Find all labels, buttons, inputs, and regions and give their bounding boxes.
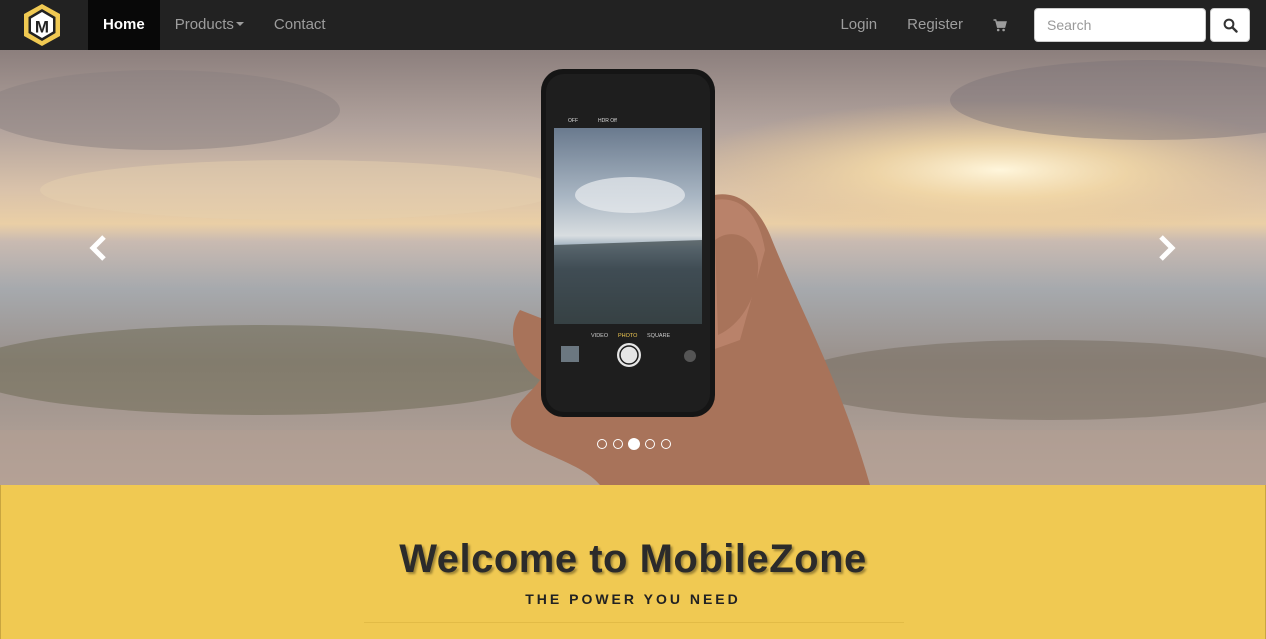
chevron-left-icon [89, 235, 106, 261]
search-button[interactable] [1210, 8, 1250, 42]
caret-down-icon [235, 22, 244, 27]
search-icon [1223, 18, 1238, 33]
nav-products-label: Products [174, 16, 234, 33]
carousel-indicator-2[interactable] [613, 439, 623, 449]
svg-text:M: M [35, 18, 49, 37]
primary-nav: Home Products Contact [88, 0, 341, 50]
account-nav: Login Register [825, 0, 1022, 50]
svg-text:VIDEO: VIDEO [591, 333, 609, 339]
nav-login-link[interactable]: Login [825, 0, 892, 50]
welcome-title: Welcome to MobileZone [399, 537, 867, 581]
carousel-indicator-3[interactable] [628, 438, 640, 450]
nav-home-link[interactable]: Home [88, 0, 160, 50]
carousel-indicator-1[interactable] [597, 439, 607, 449]
welcome-tagline: THE POWER YOU NEED [525, 591, 741, 607]
carousel-prev-button[interactable] [78, 228, 118, 268]
top-navbar: M Home Products Contact Login Register [0, 0, 1266, 50]
nav-products-dropdown[interactable]: Products [160, 0, 259, 50]
svg-text:PHOTO: PHOTO [618, 333, 638, 339]
welcome-section: Welcome to MobileZone THE POWER YOU NEED [0, 485, 1266, 639]
search-input[interactable] [1034, 8, 1206, 42]
nav-register-link[interactable]: Register [892, 0, 978, 50]
svg-text:HDR Off: HDR Off [598, 118, 617, 124]
svg-text:SQUARE: SQUARE [647, 333, 671, 339]
carousel-indicator-5[interactable] [661, 439, 671, 449]
chevron-right-icon [1159, 235, 1176, 261]
shopping-cart-icon[interactable] [978, 0, 1022, 50]
section-divider [364, 622, 904, 623]
carousel-indicators [594, 438, 674, 450]
hero-slide-image: OFF HDR Off VIDEO PHOTO SQUARE [0, 50, 1266, 485]
carousel-next-button[interactable] [1147, 228, 1187, 268]
carousel-indicator-4[interactable] [645, 439, 655, 449]
hero-carousel: OFF HDR Off VIDEO PHOTO SQUARE [0, 50, 1266, 485]
svg-text:OFF: OFF [568, 118, 578, 124]
brand-logo[interactable]: M [20, 2, 64, 48]
nav-contact-link[interactable]: Contact [259, 0, 341, 50]
